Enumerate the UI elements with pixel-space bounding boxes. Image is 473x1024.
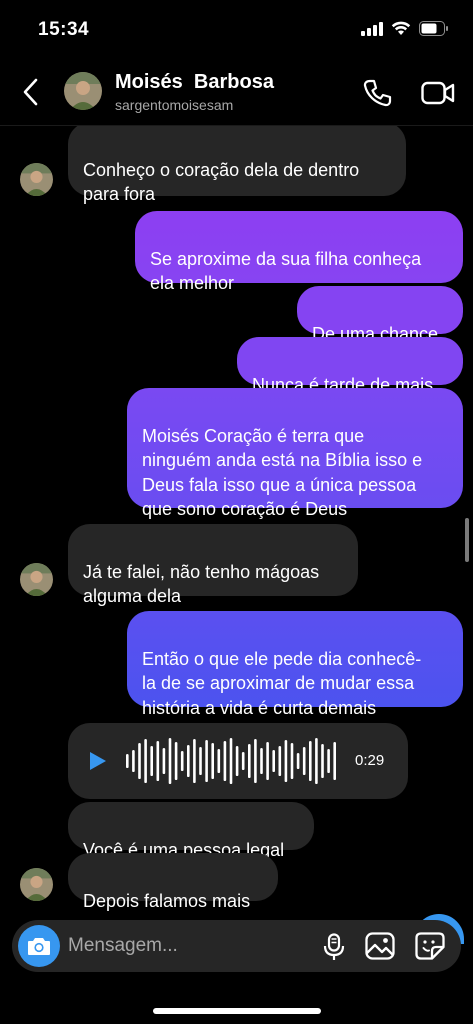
play-icon[interactable] [86,750,108,772]
waveform-bar [126,754,129,768]
sticker-icon [415,932,445,960]
message-text: Então o que ele pede dia conhecê- la de … [142,648,422,718]
status-icons [361,21,449,36]
sender-avatar[interactable] [20,868,53,901]
camera-button[interactable] [18,925,60,967]
waveform-bar [150,746,153,776]
waveform-bar [333,742,336,780]
waveform-bar [187,745,190,777]
message-text: Moisés Coração é terra que ninguém anda … [142,425,423,520]
message-bubble-sent[interactable]: Se aproxime da sua filha conheça ela mel… [135,211,463,293]
waveform-bar [144,739,147,783]
waveform-bar [296,753,300,769]
signal-icon [361,21,383,36]
message-bubble-received[interactable]: Conheço o coração dela de dentro para fo… [68,126,406,204]
back-arrow-icon [23,78,38,106]
waveform-bar [254,739,257,783]
waveform-bar [156,741,160,781]
voice-call-button[interactable] [360,76,394,110]
waveform-bar [138,743,141,779]
waveform-bar [290,743,294,779]
contact-avatar[interactable] [64,72,102,110]
avatar-photo-icon [64,72,102,110]
status-bar: 15:34 [0,0,473,56]
waveform-bar [205,740,208,782]
waveform-bar [321,744,324,778]
waveform-bar [309,741,312,781]
waveform-bar [315,738,318,784]
message-composer [12,920,461,972]
waveform-bar [327,749,330,773]
sticker-button[interactable] [414,931,446,961]
waveform-bar [223,741,227,781]
avatar-photo-icon [20,163,53,196]
message-text: Conheço o coração dela de dentro para fo… [83,159,360,205]
message-bubble-sent[interactable]: Nunca é tarde de mais [237,337,463,395]
contact-name[interactable]: Moisés Barbosa [115,71,274,94]
waveform-bar [180,751,184,771]
camera-icon [28,938,50,955]
waveform-bar [266,742,269,780]
waveform-bar [248,744,251,778]
waveform-bar [235,746,239,776]
message-bubble-sent[interactable]: De uma chance [297,286,463,344]
message-bubble-sent[interactable]: Então o que ele pede dia conhecê- la de … [127,611,463,718]
waveform-bar [132,750,135,772]
avatar-photo-icon [20,868,53,901]
gallery-icon [365,932,395,960]
status-time: 15:34 [38,19,90,40]
waveform-bar [217,749,221,773]
phone-icon [363,79,392,107]
waveform-bar [162,748,166,774]
message-input[interactable] [68,920,308,972]
scrollbar[interactable] [465,518,469,562]
home-indicator[interactable] [153,1008,321,1014]
message-bubble-received[interactable]: Você é uma pessoa legal [68,802,314,860]
waveform-bar [260,748,263,774]
message-bubble-received[interactable]: Depois falamos mais [68,853,278,911]
waveform-bar [174,742,178,780]
video-call-button[interactable] [420,76,456,110]
sender-avatar[interactable] [20,163,53,196]
chat-header: Moisés Barbosa sargentomoisesam [0,56,473,126]
waveform-bar [302,747,306,775]
waveform-bar [284,740,288,782]
waveform-bar [241,752,245,770]
microphone-icon [323,933,345,960]
wifi-icon [391,21,411,35]
message-bubble-sent[interactable]: Moisés Coração é terra que ninguém anda … [127,388,463,519]
waveform-bar [211,743,214,779]
microphone-button[interactable] [320,932,348,962]
sender-avatar[interactable] [20,563,53,596]
waveform-bar [229,738,233,784]
waveform-bar [168,738,172,784]
back-button[interactable] [16,76,44,108]
video-camera-icon [421,81,455,105]
battery-icon [419,21,448,36]
voice-duration: 0:29 [355,752,385,769]
waveform-bar [278,746,282,776]
message-text: Depois falamos mais [83,890,251,911]
gallery-button[interactable] [364,931,396,961]
message-bubble-received[interactable]: Já te falei, não tenho mágoas alguma del… [68,524,358,606]
waveform-bar [193,739,196,783]
audio-waveform[interactable] [124,735,342,787]
avatar-photo-icon [20,563,53,596]
waveform-bar [199,747,202,775]
contact-username[interactable]: sargentomoisesam [115,97,233,113]
message-text: Já te falei, não tenho mágoas alguma del… [83,561,320,607]
voice-message-bubble[interactable]: 0:29 [68,723,408,799]
waveform-bar [272,750,275,772]
